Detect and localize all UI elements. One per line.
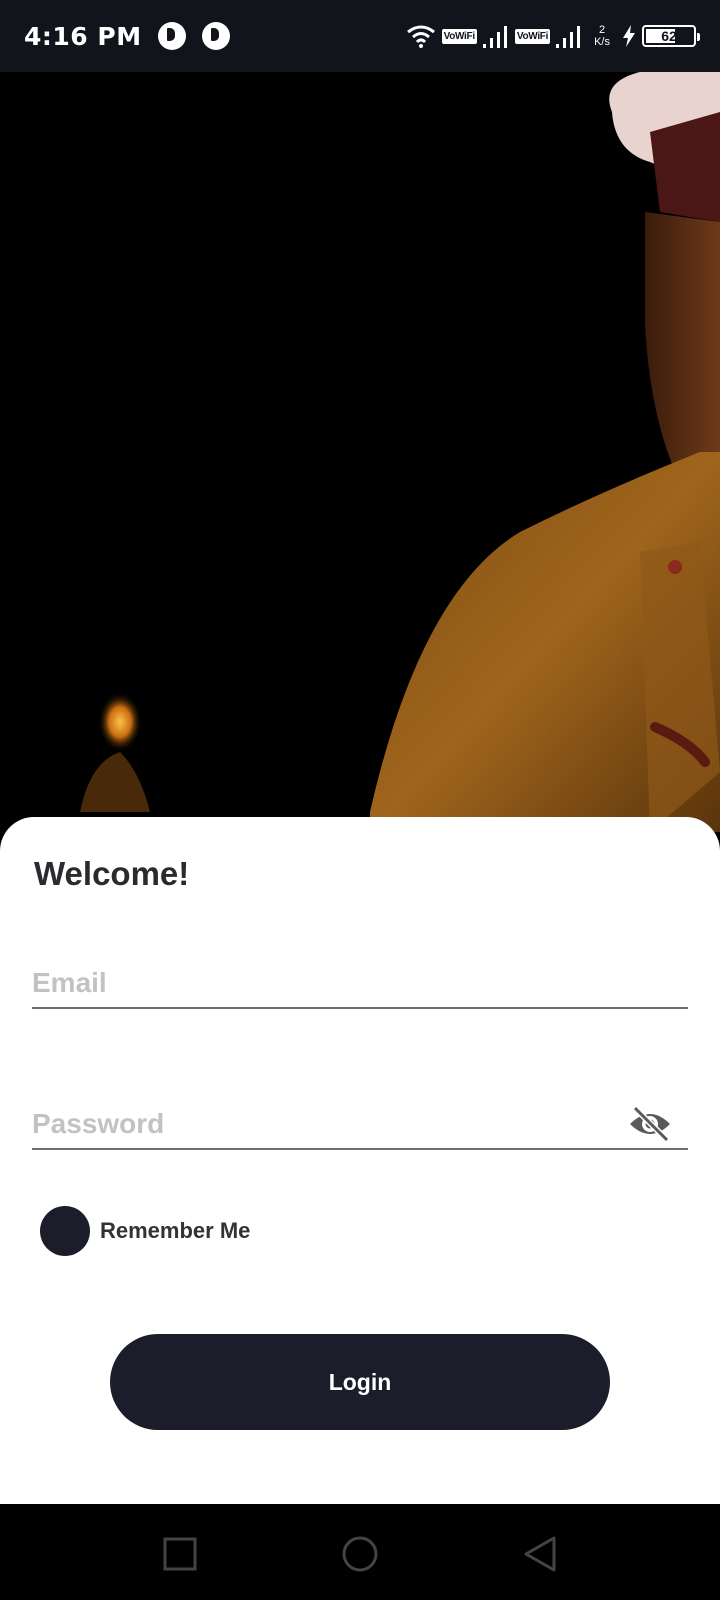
network-speed: 2 K/s — [594, 24, 610, 48]
network-speed-unit: K/s — [594, 36, 610, 48]
wifi-icon — [406, 24, 436, 48]
battery-level: 62 — [661, 28, 677, 44]
email-field-container — [32, 949, 688, 1009]
network-speed-value: 2 — [598, 24, 606, 36]
login-sheet: Welcome! Remember Me Login — [0, 817, 720, 1504]
circle-home-icon[interactable] — [340, 1534, 380, 1574]
remember-me-label: Remember Me — [100, 1218, 251, 1243]
status-indicators: VoWiFi VoWiFi 2 K/s 62 — [406, 24, 700, 48]
battery-icon: 62 — [642, 25, 700, 47]
email-field[interactable] — [32, 949, 688, 1007]
status-bar: 4:16 PM VoWiFi VoWiFi 2 K/s 62 — [0, 0, 720, 72]
password-field[interactable] — [32, 1090, 688, 1148]
charging-bolt-icon — [622, 25, 636, 47]
triangle-back-icon[interactable] — [520, 1534, 560, 1574]
signal-icon — [482, 24, 509, 48]
remember-me-toggle[interactable] — [40, 1206, 90, 1256]
vowifi-label: VoWiFi — [441, 28, 477, 44]
vowifi-label: VoWiFi — [514, 28, 551, 44]
password-field-container — [32, 1090, 688, 1150]
chef-photo — [80, 72, 720, 832]
notification-app-icon — [157, 22, 186, 50]
system-nav-bar — [0, 1504, 720, 1600]
square-recent-icon[interactable] — [160, 1534, 200, 1574]
login-button[interactable]: Login — [110, 1334, 610, 1430]
welcome-title: Welcome! — [34, 855, 190, 892]
status-time: 4:16 PM — [24, 21, 142, 51]
notification-app-icon — [201, 22, 230, 50]
remember-me-row: Remember Me — [40, 1206, 250, 1256]
signal-icon — [556, 24, 582, 48]
hero-image — [0, 72, 720, 832]
eye-off-icon[interactable] — [626, 1104, 674, 1144]
